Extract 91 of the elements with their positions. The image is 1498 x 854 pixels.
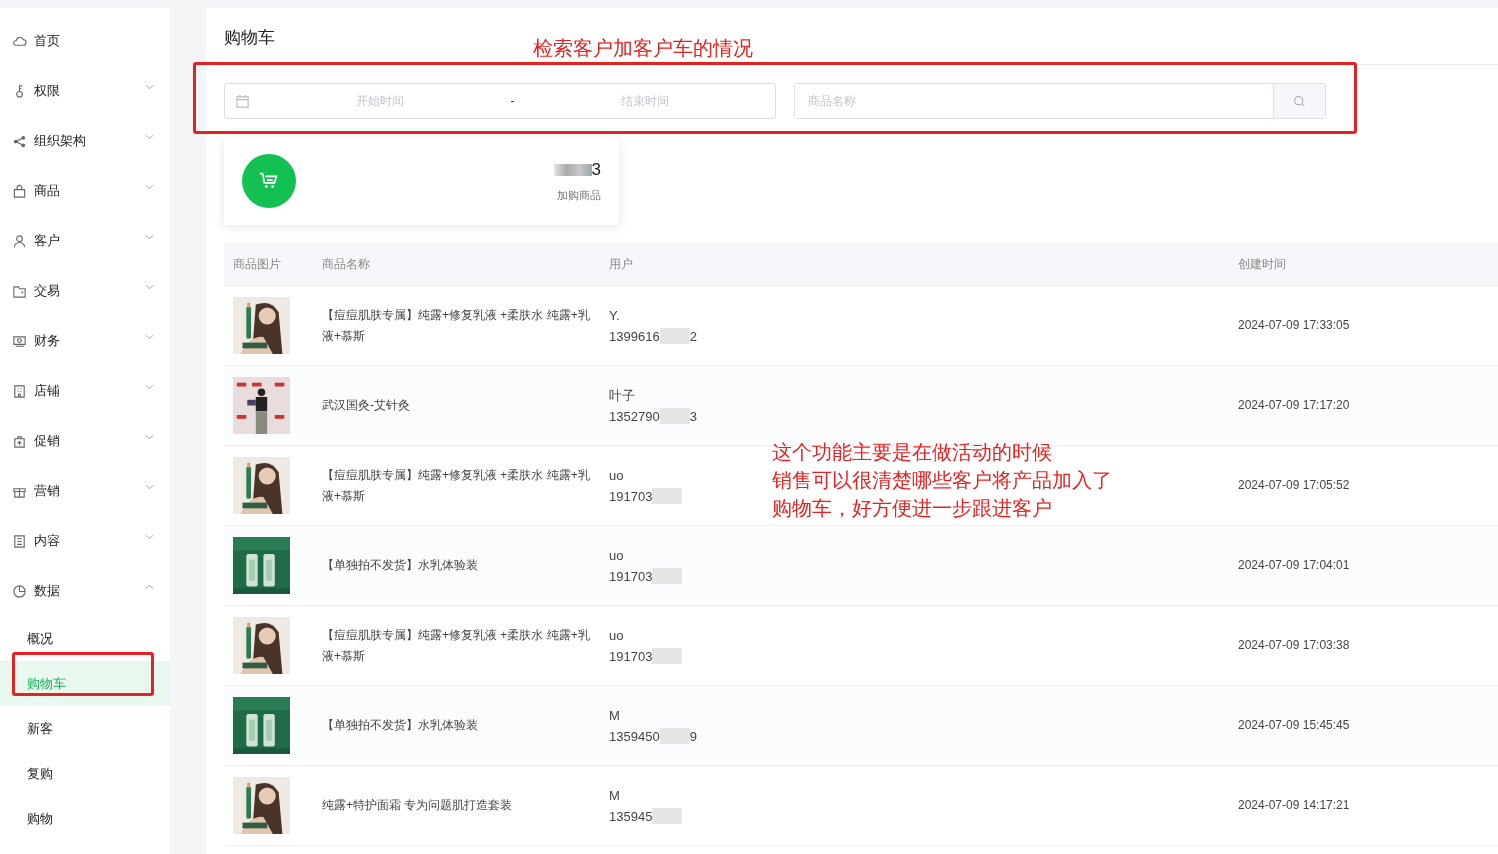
menu-item[interactable]: 财务 [0, 316, 170, 366]
column-header: 创建时间 [1237, 255, 1287, 273]
tag-icon [12, 433, 27, 449]
phone-number: 3 [689, 407, 697, 426]
submenu-item[interactable]: 概况 [0, 616, 170, 661]
chevron-down-icon [145, 134, 154, 140]
product-name: 武汉国灸-艾针灸 [321, 397, 411, 414]
created-time: 2024-07-09 15:45:45 [1237, 717, 1351, 734]
submenu-item[interactable]: 复购 [0, 751, 170, 796]
pie-chart-icon [12, 583, 27, 599]
chevron-down-icon [145, 534, 154, 540]
annotation-text: 检索客户加客户车的情况 [533, 36, 753, 61]
product-name: 【痘痘肌肤专属】纯露+修复乳液 +柔肤水 纯露+乳液+慕斯 [321, 466, 591, 505]
user-name: Y. [609, 306, 620, 325]
column-header: 用户 [608, 255, 634, 273]
submenu-item[interactable]: 新客 [0, 706, 170, 751]
chevron-down-icon [145, 84, 154, 90]
menu-item[interactable]: 店铺 [0, 366, 170, 416]
wallet-icon [12, 283, 27, 299]
created-time: 2024-07-09 17:33:05 [1237, 317, 1351, 334]
chevron-up-icon [145, 584, 154, 590]
product-name: 【痘痘肌肤专属】纯露+修复乳液 +柔肤水 纯露+乳液+慕斯 [321, 626, 591, 665]
menu-item[interactable]: 客户 [0, 216, 170, 266]
end-date-input[interactable]: 结束时间 [524, 93, 765, 109]
product-name: 【单独拍不发货】水乳体验装 [321, 557, 479, 574]
stat-value: 3 [591, 159, 601, 180]
menu-item[interactable]: 促销 [0, 416, 170, 466]
product-name: 【痘痘肌肤专属】纯露+修复乳液 +柔肤水 纯露+乳液+慕斯 [321, 306, 591, 345]
product-name: 【单独拍不发货】水乳体验装 [321, 717, 479, 734]
redaction-blur [652, 648, 683, 664]
chevron-down-icon [145, 484, 154, 490]
search-field[interactable]: 商品名称 [794, 83, 1326, 119]
cart-icon [242, 154, 296, 208]
menu-item[interactable]: 营销 [0, 466, 170, 516]
menu-item[interactable]: 首页 [0, 16, 170, 66]
created-time: 2024-07-09 14:17:21 [1237, 797, 1351, 814]
menu-item[interactable]: 权限 [0, 66, 170, 116]
phone-number: 191703 [609, 647, 653, 666]
redaction-blur [553, 163, 592, 176]
menu-item[interactable]: 商品 [0, 166, 170, 216]
created-time: 2024-07-09 17:03:38 [1237, 637, 1351, 654]
search-icon [1293, 94, 1306, 108]
document-icon [12, 533, 27, 549]
menu-item[interactable]: 交易 [0, 266, 170, 316]
user-name: 叶子 [609, 386, 635, 405]
column-header: 商品名称 [321, 255, 371, 273]
menu-item[interactable]: 组织架构 [0, 116, 170, 166]
submenu-item[interactable]: 购物 [0, 796, 170, 841]
phone-number: 135945 [609, 807, 653, 826]
chevron-down-icon [145, 384, 154, 390]
phone-number: 9 [689, 727, 697, 746]
phone-number: 2 [689, 327, 697, 346]
chevron-down-icon [145, 184, 154, 190]
user-name: uo [609, 626, 624, 645]
created-time: 2024-07-09 17:17:20 [1237, 397, 1351, 414]
chevron-down-icon [145, 234, 154, 240]
redaction-blur [652, 808, 683, 824]
annotation-text: 销售可以很清楚哪些客户将产品加入了 [772, 468, 1112, 493]
menu-item[interactable]: 数据 [0, 566, 170, 616]
menu-item[interactable]: 内容 [0, 516, 170, 566]
range-separator: - [510, 94, 515, 108]
user-name: M [609, 706, 620, 725]
chevron-down-icon [145, 434, 154, 440]
banknote-icon [12, 333, 27, 349]
column-header: 商品图片 [232, 255, 282, 273]
created-time: 2024-07-09 17:04:01 [1237, 557, 1351, 574]
phone-number: 1399616 [609, 327, 660, 346]
calendar-icon [235, 93, 250, 109]
annotation-text: 购物车，好方便进一步跟进客户 [772, 496, 1052, 521]
phone-number: 191703 [609, 567, 653, 586]
phone-number: 1352790 [609, 407, 660, 426]
share-icon [12, 133, 27, 149]
redaction-blur [652, 488, 683, 504]
product-name: 纯露+特护面霜 专为问题肌打造套装 [321, 797, 514, 814]
stat-label: 加购商品 [557, 187, 601, 203]
user-name: uo [609, 546, 624, 565]
bag-icon [12, 183, 27, 199]
date-range-field[interactable]: 开始时间 - 结束时间 [224, 83, 776, 119]
chevron-down-icon [145, 284, 154, 290]
user-icon [12, 233, 27, 249]
redaction-blur [659, 328, 690, 344]
phone-number: 1359450 [609, 727, 660, 746]
search-button[interactable] [1273, 84, 1325, 118]
start-date-input[interactable]: 开始时间 [260, 93, 501, 109]
chevron-down-icon [145, 334, 154, 340]
annotation-text: 这个功能主要是在做活动的时候 [772, 440, 1052, 465]
user-name: M [609, 786, 620, 805]
phone-number: 191703 [609, 487, 653, 506]
building-icon [12, 383, 27, 399]
created-time: 2024-07-09 17:05:52 [1237, 477, 1351, 494]
user-name: uo [609, 466, 624, 485]
